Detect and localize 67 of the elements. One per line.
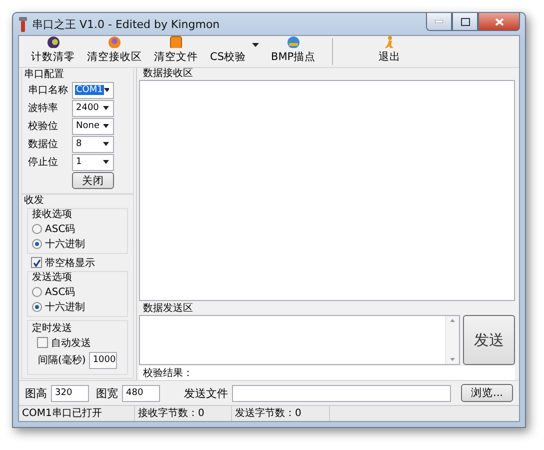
section-title: 数据接收区: [142, 68, 194, 80]
dropdown-field[interactable]: None: [72, 118, 114, 134]
field-label: 停止位: [28, 156, 59, 169]
status-text: 接收字节数：0: [135, 406, 232, 421]
globe-icon: [286, 36, 300, 48]
group-title: 接收选项: [32, 209, 73, 221]
toolbar-button[interactable]: 清空文件: [148, 36, 204, 67]
field-label: 间隔(毫秒): [38, 354, 86, 367]
send-button[interactable]: 发送: [463, 315, 515, 365]
dropdown-field[interactable]: 1: [72, 154, 114, 170]
field-label: 串口名称: [28, 84, 69, 97]
group-title: 发送选项: [32, 272, 73, 284]
section-title: 数据发送区: [142, 303, 194, 315]
dropdown-arrow-icon: [104, 88, 109, 92]
window-title: 串口之王 V1.0 - Edited by Kingmon: [32, 16, 220, 32]
dropdown-arrow-icon: [103, 142, 109, 146]
toolbar-button[interactable]: 计数清零: [25, 36, 81, 67]
toolbar-button[interactable]: 清空接收区: [81, 36, 148, 67]
maximize-button[interactable]: [452, 13, 478, 31]
toolbar-button[interactable]: BMP描点: [265, 36, 322, 67]
checkbox-label: 带空格显示: [45, 256, 95, 270]
status-text: 发送字节数：0: [232, 406, 330, 421]
checksum-label: 校验结果：: [143, 366, 193, 380]
group-title: 收发: [24, 195, 45, 207]
image-width-field[interactable]: 480: [122, 384, 160, 402]
toolbar-button[interactable]: 退出: [372, 36, 407, 67]
dropdown-arrow-icon: [252, 43, 259, 47]
minimize-icon: [435, 20, 443, 23]
radio-button[interactable]: [32, 286, 42, 296]
file-path-field[interactable]: [232, 384, 451, 402]
field-label: 图宽: [96, 386, 118, 400]
dropdown-field[interactable]: COM1: [72, 82, 114, 98]
maximize-icon: [460, 18, 470, 26]
dropdown-field[interactable]: 2400: [72, 100, 114, 116]
browse-button[interactable]: 浏览...: [461, 384, 513, 402]
field-label: 图高: [25, 386, 47, 400]
field-label: 数据位: [28, 138, 59, 151]
close-port-button[interactable]: 关闭: [72, 172, 114, 189]
checkbox[interactable]: [37, 337, 48, 348]
radio-label: 十六进制: [45, 238, 85, 250]
dropdown-arrow-icon: [103, 124, 109, 128]
dropdown-arrow-icon: [103, 160, 109, 164]
interval-field[interactable]: 1000: [88, 352, 117, 368]
radio-label: 十六进制: [45, 300, 85, 314]
close-icon: [494, 18, 504, 26]
app-icon: [18, 16, 28, 32]
scroll-down-icon: [450, 358, 455, 361]
radio-button[interactable]: [32, 224, 42, 234]
close-button[interactable]: [478, 13, 520, 31]
field-label: 发送文件: [184, 386, 228, 400]
group-title: 定时发送: [32, 323, 73, 335]
checkbox[interactable]: [31, 257, 42, 268]
field-label: 波特率: [28, 102, 59, 115]
field-label: 校验位: [28, 120, 59, 133]
scroll-up-icon: [450, 319, 455, 322]
image-height-field[interactable]: 320: [51, 384, 89, 402]
dropdown-field[interactable]: 8: [72, 136, 114, 152]
minimize-button[interactable]: [426, 13, 452, 31]
status-text: COM1串口已打开: [19, 406, 135, 421]
group-title: 串口配置: [24, 69, 65, 81]
radio-button[interactable]: [32, 238, 42, 248]
dropdown-button[interactable]: CS校验: [204, 36, 265, 67]
radio-label: ASC码: [45, 222, 76, 236]
radio-button[interactable]: [32, 302, 42, 312]
dropdown-arrow-icon: [103, 106, 109, 110]
checkbox-label: 自动发送: [51, 336, 91, 350]
radio-label: ASC码: [45, 286, 76, 298]
